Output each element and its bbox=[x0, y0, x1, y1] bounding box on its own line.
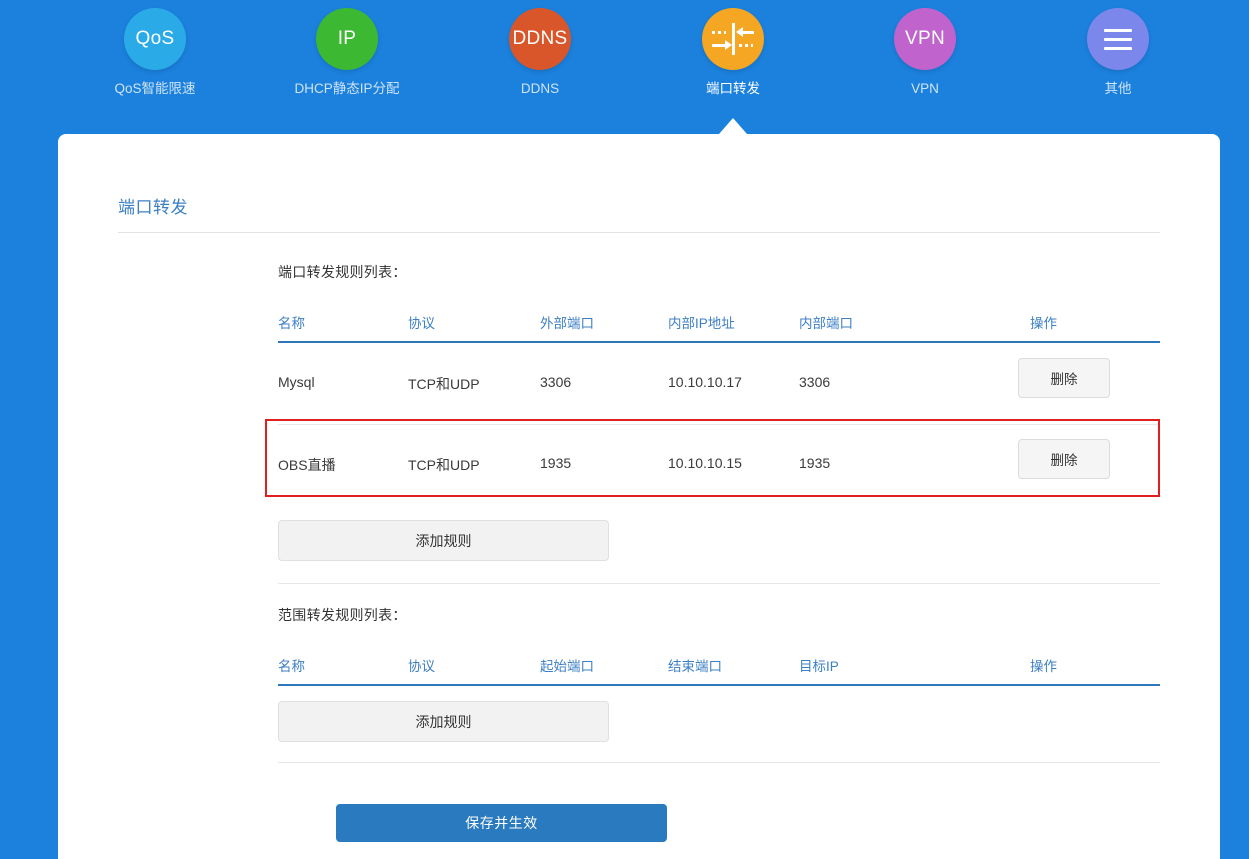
th-end-port: 结束端口 bbox=[668, 659, 722, 674]
table-row: Mysql TCP和UDP 3306 10.10.10.17 3306 删除 bbox=[278, 344, 1160, 425]
delete-button[interactable]: 删除 bbox=[1018, 358, 1110, 398]
th-target-ip: 目标IP bbox=[799, 659, 839, 674]
top-navigation: QoS QoS智能限速 IP DHCP静态IP分配 DDNS DDNS 端口转发… bbox=[0, 0, 1249, 134]
th-name: 名称 bbox=[278, 316, 305, 331]
ip-icon-text: IP bbox=[337, 28, 357, 49]
th-name: 名称 bbox=[278, 659, 305, 674]
nav-item-ddns[interactable]: DDNS DDNS bbox=[460, 0, 620, 110]
th-start-port: 起始端口 bbox=[540, 659, 594, 674]
cell-internal-port: 3306 bbox=[799, 374, 831, 390]
nav-label-other: 其他 bbox=[1104, 81, 1132, 96]
range-forward-section-label: 范围转发规则列表： bbox=[278, 607, 407, 623]
hamburger-menu-icon bbox=[1087, 8, 1149, 70]
cell-internal-ip: 10.10.10.17 bbox=[668, 374, 742, 390]
cell-internal-ip: 10.10.10.15 bbox=[668, 455, 742, 471]
add-range-forward-rule-button[interactable]: 添加规则 bbox=[278, 701, 609, 742]
table-header-rule bbox=[278, 684, 1160, 686]
cell-external-port: 1935 bbox=[540, 455, 572, 471]
th-action: 操作 bbox=[1030, 316, 1057, 331]
nav-item-other[interactable]: 其他 bbox=[1038, 0, 1198, 110]
delete-button[interactable]: 删除 bbox=[1018, 439, 1110, 479]
cell-name: Mysql bbox=[278, 374, 315, 390]
ddns-icon-text: DDNS bbox=[512, 28, 568, 49]
nav-item-qos[interactable]: QoS QoS智能限速 bbox=[75, 0, 235, 110]
nav-label-dhcp: DHCP静态IP分配 bbox=[294, 81, 400, 96]
section-divider-1 bbox=[278, 583, 1160, 584]
qos-icon: QoS bbox=[124, 8, 186, 70]
nav-item-dhcp[interactable]: IP DHCP静态IP分配 bbox=[267, 0, 427, 110]
nav-label-ddns: DDNS bbox=[520, 81, 560, 96]
th-protocol: 协议 bbox=[408, 659, 435, 674]
th-external-port: 外部端口 bbox=[540, 316, 594, 331]
nav-label-qos: QoS智能限速 bbox=[114, 81, 196, 96]
ddns-icon: DDNS bbox=[509, 8, 571, 70]
th-internal-port: 内部端口 bbox=[799, 316, 853, 331]
port-forward-table-header: 名称 协议 外部端口 内部IP地址 内部端口 操作 bbox=[278, 312, 1160, 344]
range-forward-table: 名称 协议 起始端口 结束端口 目标IP 操作 bbox=[278, 655, 1160, 687]
range-forward-table-header: 名称 协议 起始端口 结束端口 目标IP 操作 bbox=[278, 655, 1160, 687]
ip-icon: IP bbox=[316, 8, 378, 70]
cell-external-port: 3306 bbox=[540, 374, 572, 390]
nav-item-vpn[interactable]: VPN VPN bbox=[845, 0, 1005, 110]
cell-name: OBS直播 bbox=[278, 457, 336, 473]
th-internal-ip: 内部IP地址 bbox=[668, 316, 735, 331]
th-protocol: 协议 bbox=[408, 316, 435, 331]
nav-label-vpn: VPN bbox=[911, 81, 939, 96]
add-port-forward-rule-button[interactable]: 添加规则 bbox=[278, 520, 609, 561]
title-divider bbox=[118, 232, 1160, 233]
port-forward-section-label: 端口转发规则列表： bbox=[278, 264, 407, 280]
port-forward-arrows bbox=[710, 22, 756, 56]
cell-protocol: TCP和UDP bbox=[408, 376, 480, 392]
save-button[interactable]: 保存并生效 bbox=[336, 804, 667, 842]
port-forward-table: 名称 协议 外部端口 内部IP地址 内部端口 操作 Mysql TCP和UDP … bbox=[278, 312, 1160, 506]
nav-label-port-forward: 端口转发 bbox=[706, 81, 760, 96]
table-row: OBS直播 TCP和UDP 1935 10.10.10.15 1935 删除 bbox=[278, 425, 1160, 506]
cell-internal-port: 1935 bbox=[799, 455, 831, 471]
vpn-icon-text: VPN bbox=[905, 28, 945, 49]
section-divider-2 bbox=[278, 762, 1160, 763]
nav-item-port-forward[interactable]: 端口转发 bbox=[653, 0, 813, 110]
th-action: 操作 bbox=[1030, 659, 1057, 674]
page-title: 端口转发 bbox=[118, 198, 188, 217]
table-header-rule bbox=[278, 341, 1160, 343]
port-forward-icon bbox=[702, 8, 764, 70]
hamburger-lines bbox=[1104, 28, 1132, 50]
cell-protocol: TCP和UDP bbox=[408, 457, 480, 473]
active-tab-pointer bbox=[719, 118, 747, 134]
vpn-icon: VPN bbox=[894, 8, 956, 70]
qos-icon-text: QoS bbox=[135, 28, 175, 49]
content-panel: 端口转发 端口转发规则列表： 名称 协议 外部端口 内部IP地址 内部端口 操作… bbox=[58, 134, 1220, 859]
